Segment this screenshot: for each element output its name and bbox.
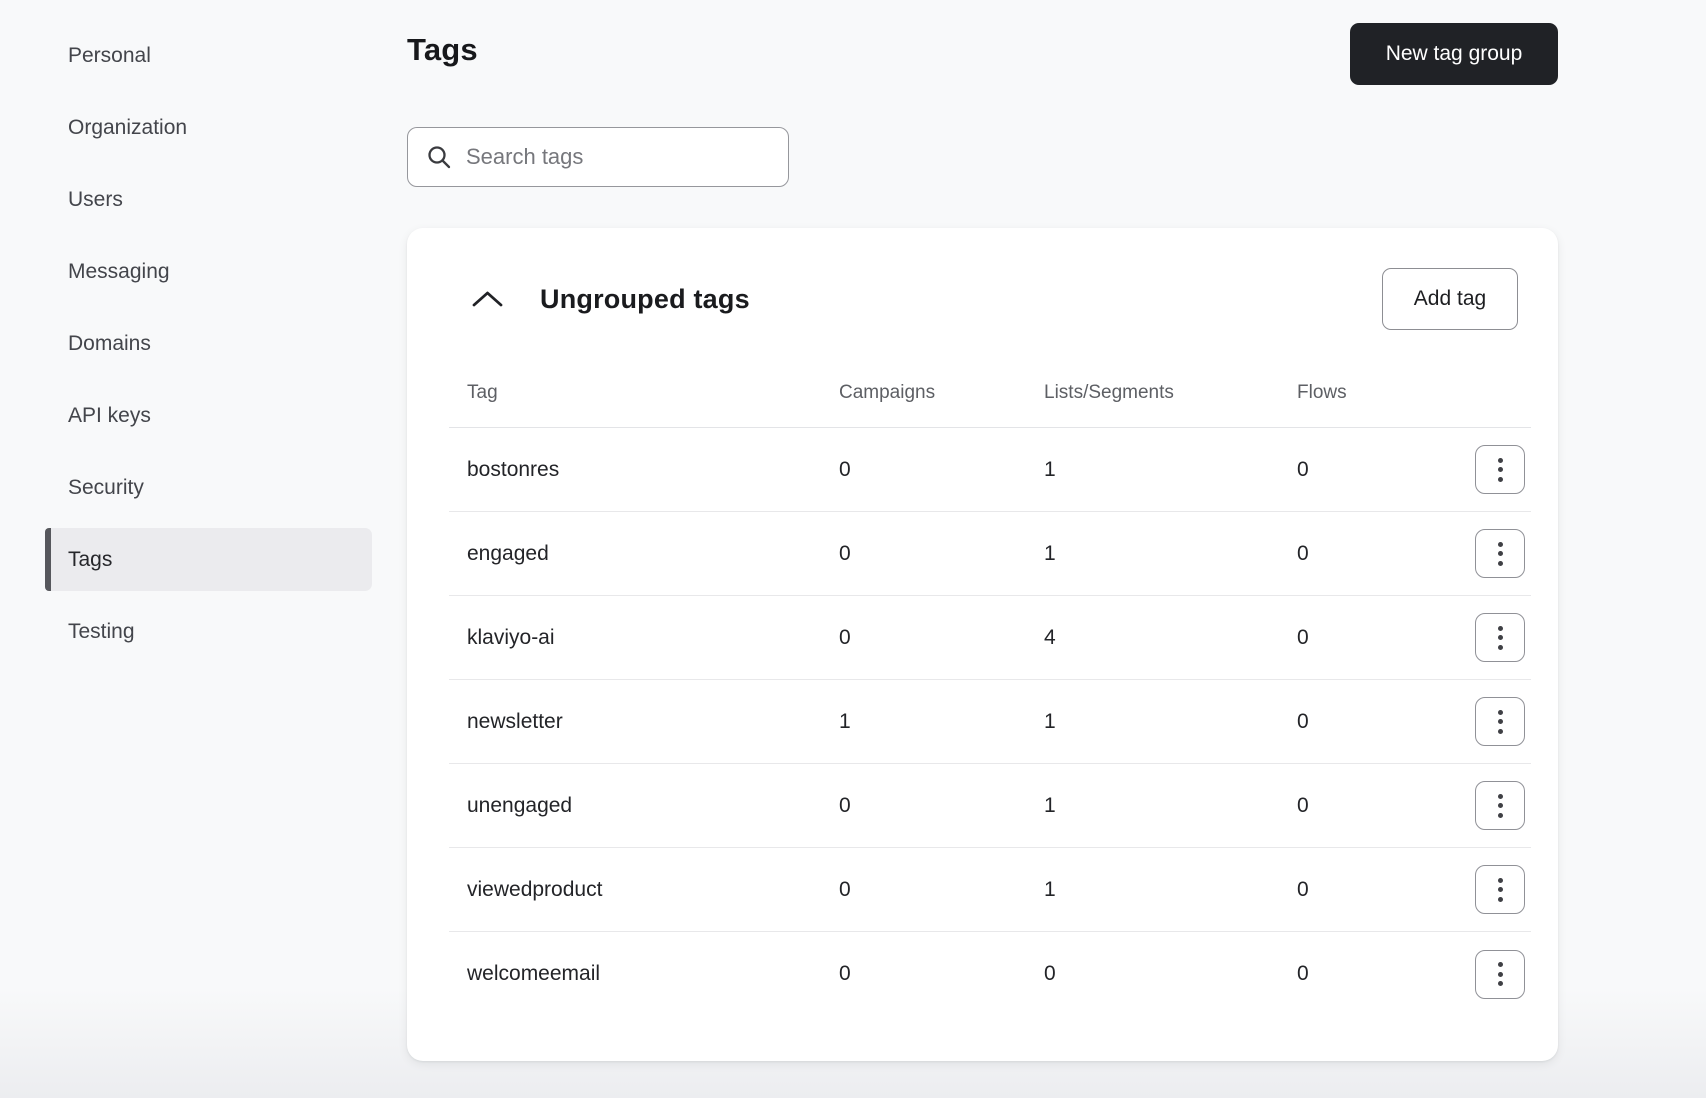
chevron-up-icon	[472, 291, 503, 307]
flows-count-cell: 0	[1297, 541, 1309, 565]
campaigns-count-cell: 0	[839, 793, 851, 817]
ungrouped-tags-card: Ungrouped tags Add tag Tag Campaigns Lis…	[407, 228, 1558, 1061]
row-actions-menu-button[interactable]	[1475, 529, 1525, 578]
tag-name-cell: bostonres	[467, 457, 560, 481]
lists-segments-count-cell: 1	[1044, 457, 1056, 481]
flows-count-cell: 0	[1297, 793, 1309, 817]
flows-count-cell: 0	[1297, 457, 1309, 481]
settings-tags-page: { "sidebar": { "selected_index": 7, "ite…	[0, 0, 1706, 1098]
sidebar-item-personal[interactable]: Personal	[0, 20, 390, 92]
sidebar-item-label: Personal	[68, 44, 151, 67]
tags-table: Tag Campaigns Lists/Segments Flows bosto…	[449, 356, 1531, 1016]
table-row: unengaged 0 1 0	[449, 764, 1531, 848]
sidebar-item-label: Testing	[68, 620, 135, 643]
lists-segments-count-cell: 4	[1044, 625, 1056, 649]
sidebar-item-api-keys[interactable]: API keys	[0, 380, 390, 452]
sidebar-item-label: Security	[68, 476, 144, 499]
sidebar-item-label: Tags	[68, 547, 113, 571]
table-body: bostonres 0 1 0 engaged 0 1 0 klaviyo-ai…	[449, 428, 1531, 1016]
sidebar-item-organization[interactable]: Organization	[0, 92, 390, 164]
card-title: Ungrouped tags	[540, 283, 750, 314]
sidebar-item-label: Domains	[68, 332, 151, 355]
tag-name-cell: klaviyo-ai	[467, 625, 555, 649]
flows-count-cell: 0	[1297, 709, 1309, 733]
sidebar-item-domains[interactable]: Domains	[0, 308, 390, 380]
table-row: bostonres 0 1 0	[449, 428, 1531, 512]
sidebar-item-label: Users	[68, 188, 123, 211]
sidebar-item-label: API keys	[68, 404, 151, 427]
sidebar-item-testing[interactable]: Testing	[0, 596, 390, 668]
tag-name-cell: newsletter	[467, 709, 563, 733]
column-header-tag: Tag	[467, 382, 498, 403]
flows-count-cell: 0	[1297, 877, 1309, 901]
row-actions-menu-button[interactable]	[1475, 613, 1525, 662]
table-header-row: Tag Campaigns Lists/Segments Flows	[449, 356, 1531, 428]
flows-count-cell: 0	[1297, 625, 1309, 649]
campaigns-count-cell: 0	[839, 541, 851, 565]
table-row: klaviyo-ai 0 4 0	[449, 596, 1531, 680]
campaigns-count-cell: 0	[839, 877, 851, 901]
table-row: welcomeemail 0 0 0	[449, 932, 1531, 1016]
lists-segments-count-cell: 1	[1044, 541, 1056, 565]
lists-segments-count-cell: 1	[1044, 877, 1056, 901]
tag-name-cell: viewedproduct	[467, 877, 603, 901]
search-box	[407, 127, 789, 187]
sidebar-item-label: Organization	[68, 116, 188, 139]
row-actions-menu-button[interactable]	[1475, 697, 1525, 746]
collapse-section-button[interactable]	[467, 285, 508, 313]
lists-segments-count-cell: 0	[1044, 962, 1056, 985]
campaigns-count-cell: 1	[839, 709, 851, 733]
row-actions-menu-button[interactable]	[1475, 445, 1525, 494]
tag-name-cell: welcomeemail	[467, 962, 601, 985]
table-row: engaged 0 1 0	[449, 512, 1531, 596]
search-input[interactable]	[466, 144, 770, 170]
row-actions-menu-button[interactable]	[1475, 865, 1525, 914]
settings-sidebar: Personal Organization Users Messaging Do…	[0, 0, 390, 668]
tag-name-cell: unengaged	[467, 793, 573, 817]
sidebar-item-security[interactable]: Security	[0, 452, 390, 524]
flows-count-cell: 0	[1297, 962, 1309, 985]
lists-segments-count-cell: 1	[1044, 709, 1056, 733]
sidebar-item-tags[interactable]: Tags	[45, 528, 372, 591]
sidebar-item-label: Messaging	[68, 260, 170, 283]
lists-segments-count-cell: 1	[1044, 793, 1056, 817]
column-header-campaigns: Campaigns	[839, 382, 936, 403]
campaigns-count-cell: 0	[839, 457, 851, 481]
table-row: newsletter 1 1 0	[449, 680, 1531, 764]
card-header: Ungrouped tags Add tag	[407, 228, 1558, 330]
search-icon	[428, 146, 451, 169]
new-tag-group-button[interactable]: New tag group	[1350, 23, 1558, 85]
page-title: Tags	[407, 32, 478, 67]
row-actions-menu-button[interactable]	[1475, 781, 1525, 830]
sidebar-item-users[interactable]: Users	[0, 164, 390, 236]
table-row: viewedproduct 0 1 0	[449, 848, 1531, 932]
column-header-flows: Flows	[1297, 382, 1347, 403]
row-actions-menu-button[interactable]	[1475, 949, 1525, 999]
campaigns-count-cell: 0	[839, 625, 851, 649]
tag-name-cell: engaged	[467, 541, 549, 565]
sidebar-item-messaging[interactable]: Messaging	[0, 236, 390, 308]
campaigns-count-cell: 0	[839, 962, 851, 985]
column-header-lists-segments: Lists/Segments	[1044, 382, 1174, 403]
add-tag-button[interactable]: Add tag	[1382, 268, 1518, 330]
